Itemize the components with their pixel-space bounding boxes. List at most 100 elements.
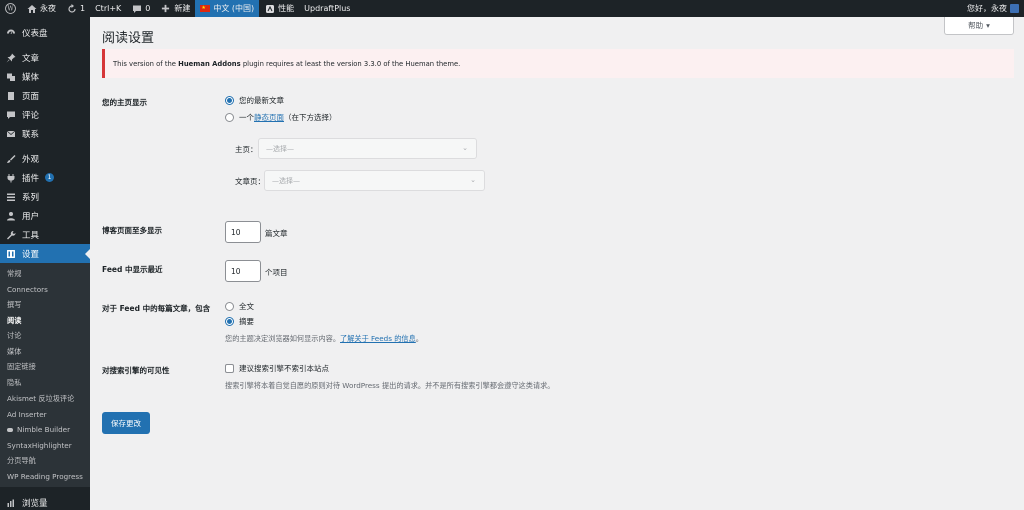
feed-items-input[interactable]: 10 (225, 260, 261, 282)
sidebar-item-appearance[interactable]: 外观 (0, 149, 90, 168)
sidebar-item-label: 文章 (22, 53, 40, 64)
save-changes-button[interactable]: 保存更改 (102, 412, 150, 434)
sidebar-item-label: 设置 (22, 249, 40, 260)
wordpress-icon: W (5, 3, 16, 14)
sidebar-item-views[interactable]: 浏览量 (0, 493, 90, 510)
performance-icon (264, 3, 275, 14)
sidebar-item-tools[interactable]: 工具 (0, 225, 90, 244)
sidebar-item-label: 评论 (22, 110, 40, 121)
radio-static-page[interactable]: 一个静态页面（在下方选择） (225, 112, 337, 123)
shortcut-label: Ctrl+K (95, 4, 122, 13)
sidebar-item-dashboard[interactable]: 仪表盘 (0, 23, 90, 42)
sidebar-item-label: 用户 (22, 211, 40, 222)
command-palette-shortcut[interactable]: Ctrl+K (90, 0, 126, 17)
radio-label: 您的最新文章 (239, 96, 284, 105)
notice-text-post: plugin requires at least the version 3.3… (240, 59, 461, 68)
submenu-item-reading-progress[interactable]: WP Reading Progress (0, 469, 90, 485)
my-account-menu[interactable]: 您好，永夜 (962, 0, 1024, 17)
posts-page-label: 文章页： (235, 177, 265, 186)
page-icon (6, 91, 16, 101)
checkbox-label: 建议搜索引擎不索引本站点 (239, 364, 329, 373)
new-label: 新建 (174, 4, 191, 13)
sidebar-item-series[interactable]: 系列 (0, 187, 90, 206)
radio-button-checked[interactable] (225, 96, 234, 105)
page-title: 阅读设置 (102, 31, 155, 46)
discourage-search-option[interactable]: 建议搜索引擎不索引本站点 (225, 363, 329, 374)
submenu-item-connectors[interactable]: Connectors (0, 282, 90, 298)
posts-page-select[interactable]: —选择— ⌄ (264, 170, 485, 191)
new-content-menu[interactable]: 新建 (155, 0, 195, 17)
feed-content-label: 对于 Feed 中的每篇文章，包含 (102, 304, 211, 313)
submenu-item-general[interactable]: 常规 (0, 266, 90, 282)
sidebar-item-comments[interactable]: 评论 (0, 105, 90, 124)
sidebar-item-plugins[interactable]: 插件 1 (0, 168, 90, 187)
sidebar-item-label: 外观 (22, 154, 40, 165)
language-label: 中文 (中国) (213, 4, 255, 13)
blog-pages-label: 博客页面至多显示 (102, 226, 162, 235)
submenu-item-nimble-builder[interactable]: Nimble Builder (0, 422, 90, 438)
dashboard-icon (6, 28, 16, 38)
posts-per-page-input[interactable]: 10 (225, 221, 261, 243)
description-text: 您的主题决定浏览器如何显示内容。 (225, 334, 341, 343)
updraftplus-menu[interactable]: UpdraftPlus (299, 0, 355, 17)
comment-icon (6, 110, 16, 120)
nimble-builder-icon (7, 427, 13, 432)
wp-logo-menu[interactable]: W (0, 0, 21, 17)
admin-bar: W 永夜 1 Ctrl+K 0 新建 中文 (中国) 性能 (0, 0, 1024, 17)
sidebar-item-label: 插件 (22, 173, 40, 184)
radio-button[interactable] (225, 302, 234, 311)
settings-submenu: 常规 Connectors 撰写 阅读 讨论 媒体 固定链接 隐私 Akisme… (0, 263, 90, 488)
submenu-item-discussion[interactable]: 讨论 (0, 328, 90, 344)
search-visibility-label: 对搜索引擎的可见性 (102, 366, 170, 375)
submenu-item-writing[interactable]: 撰写 (0, 297, 90, 313)
sidebar-item-media[interactable]: 媒体 (0, 67, 90, 86)
site-name-menu[interactable]: 永夜 (21, 0, 61, 17)
radio-button-checked[interactable] (225, 317, 234, 326)
performance-menu[interactable]: 性能 (259, 0, 299, 17)
radio-button[interactable] (225, 113, 234, 122)
front-page-select[interactable]: —选择— ⌄ (258, 138, 477, 159)
brush-icon (6, 154, 16, 164)
discourage-search-checkbox[interactable] (225, 364, 234, 373)
plus-icon (160, 3, 171, 14)
language-switcher[interactable]: 中文 (中国) (195, 0, 260, 17)
submenu-item-ad-inserter[interactable]: Ad Inserter (0, 406, 90, 422)
submenu-item-media[interactable]: 媒体 (0, 344, 90, 360)
svg-text:W: W (7, 6, 14, 13)
comments-menu[interactable]: 0 (126, 0, 155, 17)
feeds-info-link[interactable]: 了解关于 Feeds 的信息 (340, 334, 416, 343)
notice-plugin-name: Hueman Addons (178, 59, 241, 68)
feed-count-label: Feed 中显示最近 (102, 265, 163, 274)
greeting: 您好，永夜 (967, 4, 1007, 13)
comments-count: 0 (145, 4, 151, 13)
sidebar-item-label: 工具 (22, 230, 40, 241)
sidebar-item-posts[interactable]: 文章 (0, 48, 90, 67)
notice-text: This version of the Hueman Addons plugin… (113, 60, 460, 68)
radio-label-post: （在下方选择） (284, 113, 337, 122)
radio-label: 全文 (239, 302, 254, 311)
submenu-item-reading[interactable]: 阅读 (0, 313, 90, 329)
site-name: 永夜 (40, 4, 56, 13)
sidebar-item-label: 浏览量 (22, 498, 48, 509)
error-notice: This version of the Hueman Addons plugin… (102, 49, 1014, 78)
help-tab-button[interactable]: 帮助 ▾ (944, 17, 1014, 35)
front-page-label: 主页： (235, 145, 258, 154)
sidebar-item-users[interactable]: 用户 (0, 206, 90, 225)
submenu-item-privacy[interactable]: 隐私 (0, 375, 90, 391)
radio-excerpt[interactable]: 摘要 (225, 316, 254, 327)
plugin-update-badge: 1 (45, 173, 55, 182)
settings-icon (6, 249, 16, 259)
sidebar-item-contact[interactable]: 联系 (0, 124, 90, 143)
radio-full-text[interactable]: 全文 (225, 301, 254, 312)
submenu-item-syntaxhighlighter[interactable]: SyntaxHighlighter (0, 438, 90, 454)
sidebar-item-settings[interactable]: 设置 (0, 244, 90, 263)
radio-latest-posts[interactable]: 您的最新文章 (225, 95, 284, 106)
china-flag-icon (200, 5, 211, 12)
submenu-item-akismet[interactable]: Akismet 反垃圾评论 (0, 391, 90, 407)
sidebar-item-pages[interactable]: 页面 (0, 86, 90, 105)
updates-menu[interactable]: 1 (61, 0, 90, 17)
static-page-link[interactable]: 静态页面 (254, 113, 284, 122)
submenu-item-pagination[interactable]: 分页导航 (0, 453, 90, 469)
submenu-item-permalinks[interactable]: 固定链接 (0, 360, 90, 376)
performance-label: 性能 (278, 4, 295, 13)
